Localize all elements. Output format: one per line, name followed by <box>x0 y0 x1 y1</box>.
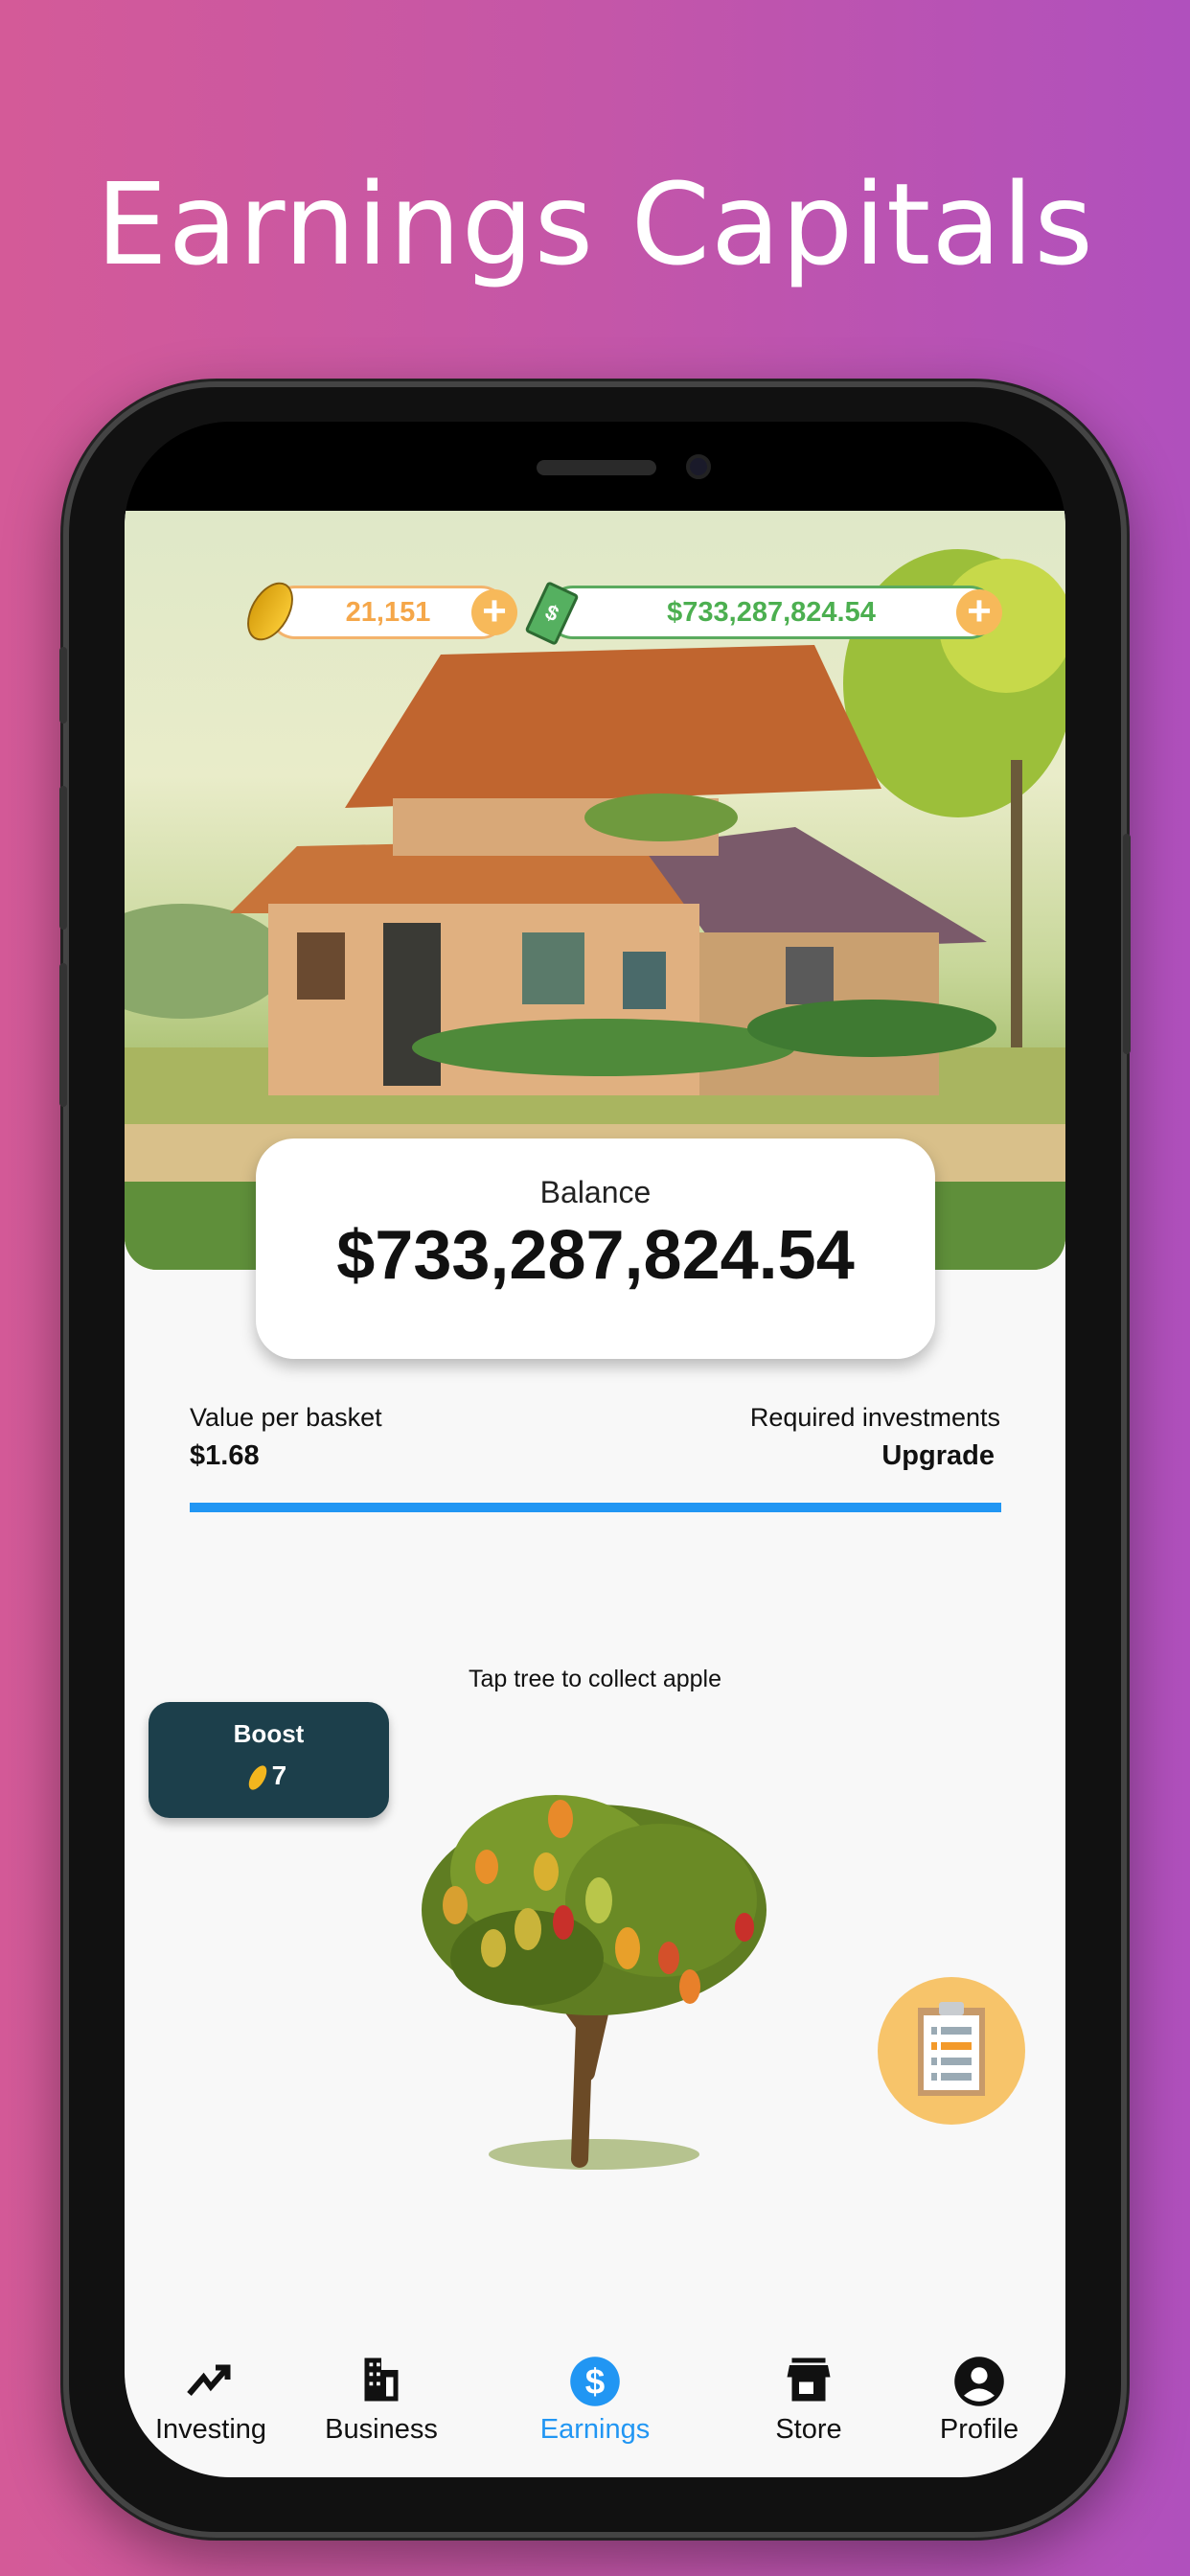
nav-investing[interactable]: Investing <box>125 2356 297 2446</box>
camera <box>686 454 711 479</box>
gold-coin-icon <box>244 1761 270 1793</box>
cash-balance-value: $733,287,824.54 <box>667 596 876 628</box>
coin-balance-value: 21,151 <box>345 596 431 628</box>
svg-text:$: $ <box>585 2361 605 2401</box>
phone-volume-down <box>59 963 67 1107</box>
upgrade-button[interactable]: Upgrade <box>881 1440 995 1472</box>
nav-label: Business <box>325 2414 438 2445</box>
account-circle-icon <box>954 2357 1004 2406</box>
nav-earnings[interactable]: $ Earnings <box>509 2356 681 2446</box>
balance-card: Balance $733,287,824.54 <box>256 1138 935 1359</box>
nav-label: Store <box>775 2414 842 2445</box>
nav-business[interactable]: Business <box>295 2356 468 2446</box>
store-icon <box>787 2358 831 2402</box>
progress-bar <box>190 1503 1001 1512</box>
balance-label: Balance <box>539 1175 652 1209</box>
promo-headline: Earnings Capitals <box>96 158 1094 290</box>
building-icon <box>364 2358 399 2402</box>
add-coins-button[interactable]: + <box>471 589 517 635</box>
plus-icon: + <box>482 587 507 634</box>
nav-profile[interactable]: Profile <box>893 2356 1065 2446</box>
phone-screen: 21,151 + $733,287,824.54 $ + Balance $73… <box>125 422 1065 2477</box>
value-per-basket-label: Value per basket <box>190 1403 382 1432</box>
phone-mute-button <box>59 647 67 724</box>
clipboard-icon <box>918 2002 985 2096</box>
phone-volume-up <box>59 786 67 930</box>
tasks-button[interactable] <box>878 1977 1025 2125</box>
plus-icon: + <box>967 587 992 634</box>
boost-cost: 7 <box>271 1760 287 1790</box>
bottom-navigation: Investing Business $ Earnings Store Prof… <box>125 2357 1065 2477</box>
boost-button[interactable]: Boost 7 <box>149 1702 389 1818</box>
value-per-basket: $1.68 <box>190 1440 260 1471</box>
tap-hint: Tap tree to collect apple <box>468 1666 722 1692</box>
nav-label: Earnings <box>539 2414 651 2445</box>
earnings-screen: 21,151 + $733,287,824.54 $ + Balance $73… <box>125 511 1065 2477</box>
nav-label: Profile <box>939 2414 1019 2445</box>
required-investments-label: Required investments <box>749 1403 1000 1432</box>
fruit-tree[interactable] <box>412 1785 786 2178</box>
speaker <box>537 460 656 475</box>
dollar-circle-icon: $ <box>570 2357 620 2406</box>
phone-power-button <box>1123 834 1131 1054</box>
boost-label: Boost <box>233 1719 305 1748</box>
add-cash-button[interactable]: + <box>956 589 1002 635</box>
nav-store[interactable]: Store <box>722 2356 895 2446</box>
trending-up-icon <box>187 2364 231 2396</box>
balance-value: $733,287,824.54 <box>336 1217 855 1294</box>
cash-balance-pill[interactable]: $733,287,824.54 <box>546 586 996 639</box>
nav-label: Investing <box>154 2414 267 2445</box>
